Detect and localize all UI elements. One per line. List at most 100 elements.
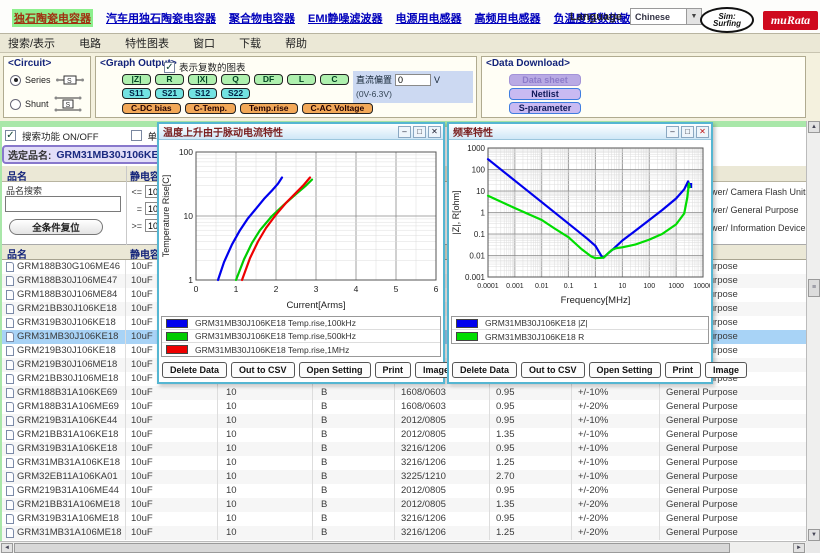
tolerance-cell: +/-10% bbox=[572, 414, 660, 428]
nav-link[interactable]: 电源用电感器 bbox=[396, 10, 462, 26]
voltage-cell: 10 bbox=[218, 442, 313, 456]
chart-button[interactable]: Open Setting bbox=[299, 362, 371, 378]
part-name-cell: GRM32EB11A106KA01 bbox=[2, 470, 126, 484]
nav-link[interactable]: 汽车用独石陶瓷电容器 bbox=[106, 10, 216, 26]
horizontal-scrollbar[interactable]: ◄ ► bbox=[0, 541, 806, 553]
table-row[interactable]: GRM31MB31A106KE1810uF10B3216/12061.25+/-… bbox=[2, 456, 806, 470]
table-row[interactable]: GRM188B31A106KE6910uF10B1608/06030.95+/-… bbox=[2, 386, 806, 400]
chart-button[interactable]: Delete Data bbox=[162, 362, 227, 378]
part-name-cell: GRM319B31A106ME18 bbox=[2, 512, 126, 526]
horizontal-scroll-thumb[interactable] bbox=[14, 543, 730, 553]
nav-link[interactable]: 独石陶瓷电容器 bbox=[12, 9, 93, 27]
graph-char-button[interactable]: Temp.rise bbox=[240, 103, 298, 114]
reset-all-button[interactable]: 全条件复位 bbox=[9, 219, 103, 235]
column-divider bbox=[126, 166, 127, 245]
svg-text:|Z|, R[ohm]: |Z|, R[ohm] bbox=[451, 190, 461, 234]
table-row[interactable]: GRM219B31A106ME4410uF10B2012/08050.95+/-… bbox=[2, 484, 806, 498]
menu-item[interactable]: 特性图表 bbox=[125, 35, 169, 51]
capacitance-cell: 10uF bbox=[126, 526, 218, 540]
svg-text:100: 100 bbox=[179, 147, 193, 157]
graph-char-button[interactable]: C-DC bias bbox=[122, 103, 181, 114]
scroll-up-icon[interactable]: ▲ bbox=[808, 121, 820, 133]
name-search-input[interactable] bbox=[5, 196, 121, 212]
graph-param-button[interactable]: L bbox=[287, 74, 316, 85]
graph-param-button[interactable]: |Z| bbox=[122, 74, 151, 85]
graph-sparam-button[interactable]: S12 bbox=[188, 88, 217, 99]
table-row[interactable]: GRM21BB31A106KE1810uF10B2012/08051.35+/-… bbox=[2, 428, 806, 442]
size-cell: 3216/1206 bbox=[395, 512, 490, 526]
table-row[interactable]: GRM319B31A106ME1810uF10B3216/12060.95+/-… bbox=[2, 512, 806, 526]
window-title-bar[interactable]: 频率特性 – □ ✕ bbox=[449, 124, 711, 140]
graph-param-button[interactable]: |X| bbox=[188, 74, 217, 85]
menu-item[interactable]: 窗口 bbox=[193, 35, 215, 51]
application-option[interactable]: Power/ Camera Flash Units bbox=[700, 187, 810, 197]
unit-checkbox[interactable] bbox=[131, 130, 142, 141]
dc-bias-input[interactable] bbox=[395, 74, 431, 86]
window-title-bar[interactable]: 温度上升由于脉动电流特性 – □ ✕ bbox=[159, 124, 443, 140]
graph-char-button[interactable]: C-AC Voltage bbox=[302, 103, 374, 114]
application-cell: General Purpose bbox=[660, 498, 806, 512]
graph-sparam-button[interactable]: S11 bbox=[122, 88, 151, 99]
temp-char-cell: B bbox=[313, 470, 395, 484]
chart-button[interactable]: Print bbox=[665, 362, 702, 378]
language-select[interactable]: Chinese ▼ bbox=[630, 8, 702, 25]
application-option[interactable]: Power/ Information Devices bbox=[700, 223, 810, 233]
chart-button[interactable]: Print bbox=[375, 362, 412, 378]
download-button[interactable]: S-parameter bbox=[509, 102, 581, 114]
table-row[interactable]: GRM219B31A106KE4410uF10B2012/08050.95+/-… bbox=[2, 414, 806, 428]
menu-item[interactable]: 搜索/表示 bbox=[8, 35, 55, 51]
circuit-option-series[interactable]: Series S bbox=[10, 73, 85, 87]
table-row[interactable]: GRM188B31A106ME6910uF10B1608/06030.95+/-… bbox=[2, 400, 806, 414]
menu-item[interactable]: 帮助 bbox=[285, 35, 307, 51]
scroll-left-icon[interactable]: ◄ bbox=[1, 543, 13, 553]
graph-param-button[interactable]: C bbox=[320, 74, 349, 85]
minimize-icon[interactable]: – bbox=[666, 126, 679, 138]
document-icon bbox=[6, 290, 14, 300]
download-button[interactable]: Data sheet bbox=[509, 74, 581, 86]
graph-char-button[interactable]: C-Temp. bbox=[185, 103, 236, 114]
svg-text:0.001: 0.001 bbox=[465, 273, 486, 282]
graph-sparam-button[interactable]: S22 bbox=[221, 88, 250, 99]
shunt-radio[interactable] bbox=[10, 99, 21, 110]
nav-link[interactable]: 高频用电感器 bbox=[475, 10, 541, 26]
vertical-scroll-thumb[interactable]: ≡ bbox=[808, 279, 820, 297]
nav-link[interactable]: 聚合物电容器 bbox=[229, 10, 295, 26]
minimize-icon[interactable]: – bbox=[398, 126, 411, 138]
download-button[interactable]: Netlist bbox=[509, 88, 581, 100]
close-icon[interactable]: ✕ bbox=[428, 126, 441, 138]
complex-graph-checkbox-row[interactable]: ✓ 表示复数的图表 bbox=[164, 60, 246, 74]
menu-item[interactable]: 下载 bbox=[239, 35, 261, 51]
nav-link[interactable]: EMI静噪滤波器 bbox=[308, 10, 383, 26]
svg-text:6: 6 bbox=[434, 284, 439, 294]
close-icon[interactable]: ✕ bbox=[696, 126, 709, 138]
language-area: Language Chinese ▼ bbox=[570, 8, 702, 25]
menu-item[interactable]: 电路 bbox=[79, 35, 101, 51]
application-option[interactable]: Power/ General Purpose bbox=[700, 205, 799, 215]
param-buttons: |Z| R |X| Q DF LC bbox=[122, 74, 349, 85]
graph-sparam-button[interactable]: S21 bbox=[155, 88, 184, 99]
table-row[interactable]: GRM319B31A106KE1810uF10B3216/12060.95+/-… bbox=[2, 442, 806, 456]
maximize-icon[interactable]: □ bbox=[413, 126, 426, 138]
chart-button[interactable]: Out to CSV bbox=[521, 362, 585, 378]
circuit-option-shunt[interactable]: Shunt S bbox=[10, 95, 83, 113]
chart-button[interactable]: Delete Data bbox=[452, 362, 517, 378]
maximize-icon[interactable]: □ bbox=[681, 126, 694, 138]
vertical-scrollbar[interactable]: ▲ ≡ ▼ bbox=[806, 121, 820, 541]
complex-graph-checkbox[interactable]: ✓ bbox=[164, 62, 175, 73]
table-row[interactable]: GRM31MB31A106ME1810uF10B3216/12061.25+/-… bbox=[2, 526, 806, 540]
graph-param-button[interactable]: DF bbox=[254, 74, 283, 85]
chart-button[interactable]: Open Setting bbox=[589, 362, 661, 378]
chart-button[interactable]: Out to CSV bbox=[231, 362, 295, 378]
series-radio[interactable] bbox=[10, 75, 21, 86]
graph-param-button[interactable]: Q bbox=[221, 74, 250, 85]
size-cell: 2012/0805 bbox=[395, 414, 490, 428]
scroll-right-icon[interactable]: ► bbox=[793, 543, 805, 553]
scroll-down-icon[interactable]: ▼ bbox=[808, 529, 820, 541]
chevron-down-icon[interactable]: ▼ bbox=[686, 9, 701, 24]
table-row[interactable]: GRM21BB31A106ME1810uF10B2012/08051.35+/-… bbox=[2, 498, 806, 512]
chart-button[interactable]: Image bbox=[705, 362, 747, 378]
search-toggle-checkbox[interactable]: ✓ bbox=[5, 130, 16, 141]
graph-param-button[interactable]: R bbox=[155, 74, 184, 85]
table-row[interactable]: GRM32EB11A106KA0110uF10B3225/12102.70+/-… bbox=[2, 470, 806, 484]
part-name-cell: GRM188B30J106ME47 bbox=[2, 274, 126, 288]
